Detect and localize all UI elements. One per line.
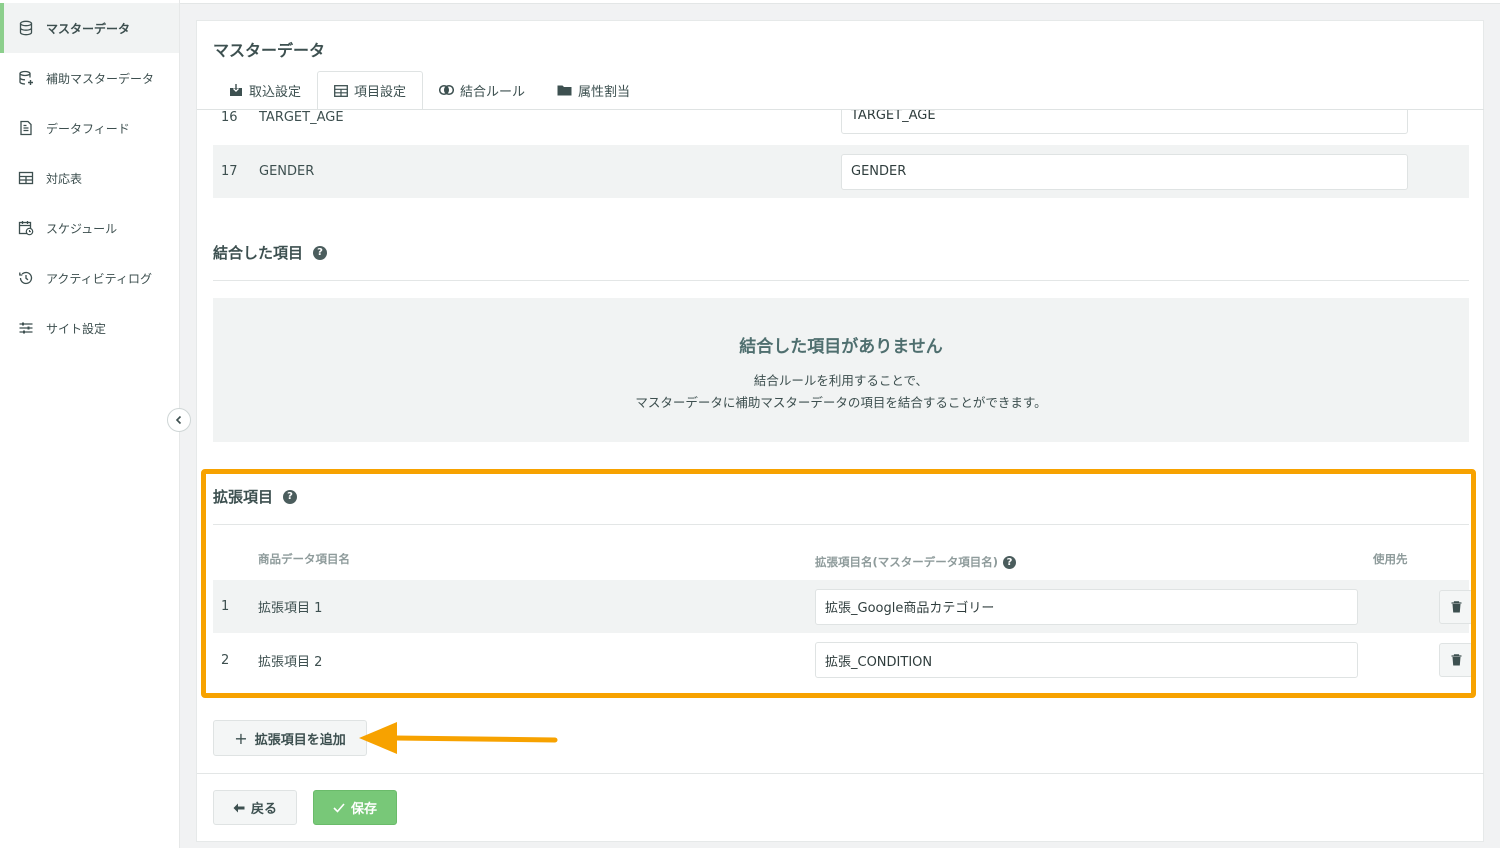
button-label: 拡張項目を追加 <box>254 732 346 748</box>
back-button[interactable]: 戻る <box>213 790 297 825</box>
tab-bar: 取込設定 項目設定 結合ルール 属性割当 <box>213 71 646 110</box>
sidebar-item-activity-log[interactable]: アクティビティログ <box>0 253 179 303</box>
delete-button[interactable] <box>1439 643 1473 677</box>
empty-state-line: 結合ルールを利用することで、 <box>753 373 929 388</box>
sidebar-item-site-settings[interactable]: サイト設定 <box>0 303 179 353</box>
column-display-name-input[interactable]: TARGET_AGE <box>841 110 1408 134</box>
sidebar-item-data-feed[interactable]: データフィード <box>0 103 179 153</box>
empty-state: 結合した項目がありません 結合ルールを利用することで、 マスターデータに補助マス… <box>213 298 1469 442</box>
extension-field-name: 拡張項目 2 <box>258 654 323 670</box>
row-number: 16 <box>221 110 238 125</box>
column-name: GENDER <box>259 164 315 179</box>
sidebar-item-label: 補助マスターデータ <box>46 71 155 86</box>
sidebar-item-mapping-table[interactable]: 対応表 <box>0 153 179 203</box>
save-button[interactable]: 保存 <box>313 790 397 825</box>
page-title: マスターデータ <box>213 41 326 60</box>
tab-import-settings[interactable]: 取込設定 <box>213 71 317 109</box>
column-header-product-field: 商品データ項目名 <box>258 552 350 566</box>
table-row: 2 拡張項目 2 拡張_CONDITION <box>213 633 1473 687</box>
add-extension-field-button[interactable]: + 拡張項目を追加 <box>213 720 367 756</box>
document-icon <box>18 120 34 136</box>
arrow-left-icon <box>233 803 245 812</box>
sidebar-item-label: 対応表 <box>46 171 83 186</box>
main-card: マスターデータ 取込設定 項目設定 結合ルール 属性割当 16 TARGET_A… <box>196 20 1484 842</box>
import-icon <box>230 83 242 96</box>
button-label: 戻る <box>250 802 277 817</box>
help-icon[interactable]: ? <box>313 245 328 260</box>
extension-name-input[interactable]: 拡張_CONDITION <box>815 642 1358 678</box>
column-display-name-input[interactable]: GENDER <box>841 153 1408 190</box>
history-icon <box>18 270 34 286</box>
footer-divider <box>197 773 1484 774</box>
column-header-extension-name: 拡張項目名(マスターデータ項目名) ? <box>815 554 1017 570</box>
sidebar-item-master-data[interactable]: マスターデータ <box>0 3 179 53</box>
sidebar-item-label: スケジュール <box>46 221 118 236</box>
folder-icon <box>557 85 572 96</box>
extension-field-name: 拡張項目 1 <box>258 601 323 616</box>
tab-attribute-assignment[interactable]: 属性割当 <box>541 71 646 109</box>
top-bar <box>180 0 1500 4</box>
calendar-clock-icon <box>18 220 34 236</box>
help-icon[interactable]: ? <box>1003 555 1017 569</box>
trash-icon <box>1451 600 1461 612</box>
tab-field-settings[interactable]: 項目設定 <box>317 71 424 110</box>
table-icon <box>334 84 348 97</box>
database-icon <box>18 20 34 36</box>
section-title-text: 結合した項目 <box>213 244 304 262</box>
tab-label: 取込設定 <box>249 84 302 100</box>
link-icon <box>439 84 455 96</box>
collapse-sidebar-button[interactable] <box>167 408 191 432</box>
database-add-icon <box>18 70 34 86</box>
column-header-usage: 使用先 <box>1373 552 1408 566</box>
sidebar: マスターデータ 補助マスターデータ データフィード 対応表 スケジュール アクテ… <box>0 0 180 848</box>
sidebar-item-label: サイト設定 <box>46 321 107 336</box>
table-icon <box>18 170 34 186</box>
table-row: 1 拡張_Google商品カテゴリー 拡張項目 1 拡張_Google商品カテゴ… <box>213 580 1473 633</box>
delete-button[interactable] <box>1439 589 1473 624</box>
extension-name-input[interactable]: 拡張_Google商品カテゴリー <box>815 588 1358 625</box>
empty-state-line: マスターデータに補助マスターデータの項目を結合することができます。 <box>635 395 1047 410</box>
joined-fields-title: 結合した項目 ? <box>213 242 328 263</box>
trash-icon <box>1451 654 1461 666</box>
sidebar-item-sub-master-data[interactable]: 補助マスターデータ <box>0 53 179 103</box>
check-icon <box>333 802 345 813</box>
column-header-text: 拡張項目名(マスターデータ項目名) <box>815 555 999 569</box>
sidebar-item-schedule[interactable]: スケジュール <box>0 203 179 253</box>
section-title-text: 拡張項目 <box>213 488 274 506</box>
chevron-left-icon <box>175 415 182 425</box>
sidebar-item-label: マスターデータ <box>46 21 131 36</box>
plus-icon: + <box>234 728 248 748</box>
divider <box>213 280 1469 281</box>
table-row: 16 TARGET_AGE TARGET_AGE <box>213 110 1469 135</box>
row-number: 17 <box>221 164 238 179</box>
tab-label: 結合ルール <box>460 84 526 100</box>
divider <box>213 524 1469 525</box>
tab-label: 項目設定 <box>354 85 407 100</box>
column-name: TARGET_AGE <box>259 110 344 125</box>
row-number: 2 <box>221 652 230 668</box>
tab-label: 属性割当 <box>578 84 631 100</box>
table-row: 17 GENDER GENDER <box>213 145 1469 198</box>
help-icon[interactable]: ? <box>283 489 298 504</box>
row-number: 1 <box>221 599 230 614</box>
sliders-icon <box>18 320 34 336</box>
sidebar-item-label: データフィード <box>46 121 130 136</box>
tab-join-rules[interactable]: 結合ルール <box>423 71 541 109</box>
sidebar-item-label: アクティビティログ <box>46 271 152 286</box>
empty-state-title: 結合した項目がありません <box>739 337 943 357</box>
extension-fields-title: 拡張項目 ? <box>213 486 298 507</box>
button-label: 保存 <box>350 802 377 817</box>
empty-state-text: 結合ルールを利用することで、 マスターデータに補助マスターデータの項目を結合する… <box>213 370 1469 414</box>
